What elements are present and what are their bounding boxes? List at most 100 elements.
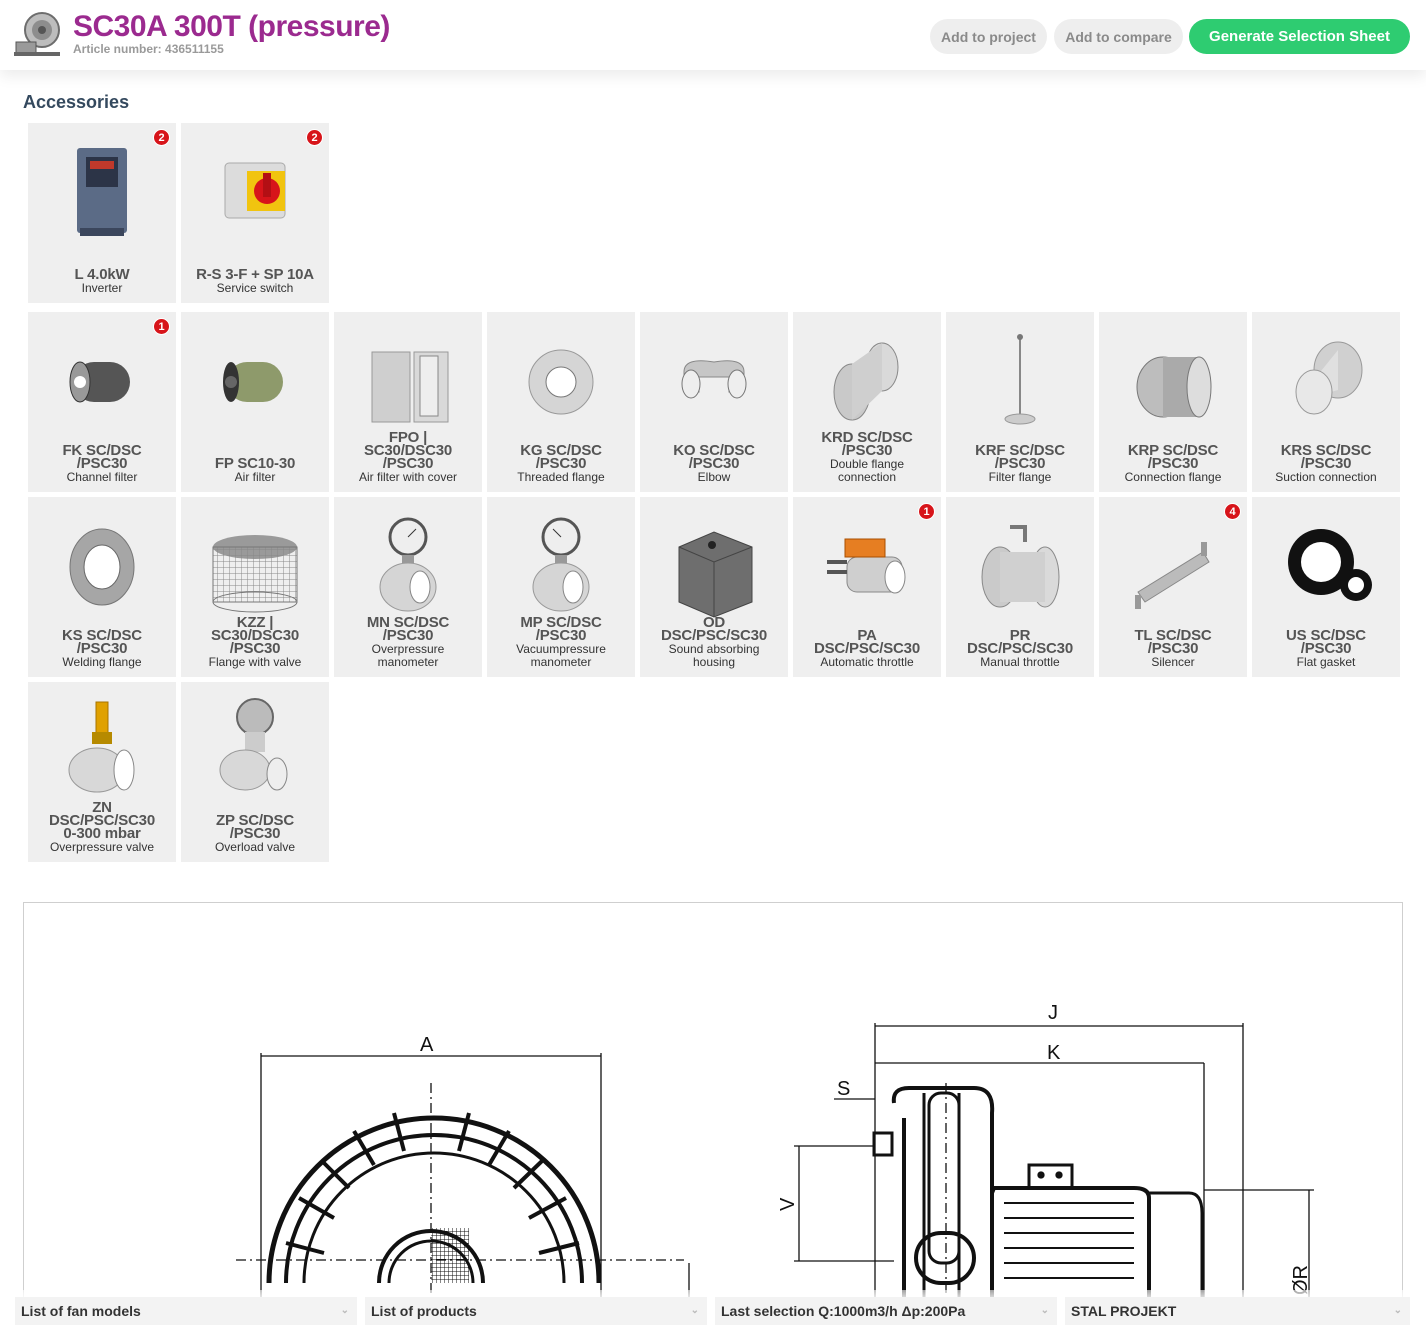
accessory-tile[interactable]: KG SC/DSC /PSC30 Threaded flange: [487, 312, 635, 492]
accessory-name: FK SC/DSC /PSC30: [62, 442, 142, 472]
accessory-image: [817, 507, 917, 627]
accessory-tile[interactable]: KS SC/DSC /PSC30 Welding flange: [28, 497, 176, 677]
page-title: SC30A 300T (pressure): [73, 10, 390, 43]
accessory-tile[interactable]: US SC/DSC /PSC30 Flat gasket: [1252, 497, 1400, 677]
accessory-description: Double flange connection: [829, 457, 905, 484]
accessory-image: [970, 507, 1070, 627]
company-select[interactable]: STAL PROJEKT ⌄: [1065, 1297, 1410, 1325]
accessory-image: [1276, 322, 1376, 442]
fan-models-label: List of fan models: [21, 1303, 141, 1319]
accessory-image: [205, 322, 305, 442]
accessory-label: US SC/DSC /PSC30 Flat gasket: [1256, 627, 1396, 669]
last-selection-label: Last selection Q:1000m3/h Δp:200Pa: [721, 1303, 966, 1319]
accessory-label: KRF SC/DSC /PSC30 Filter flange: [950, 443, 1090, 484]
header: SC30A 300T (pressure) Article number: 43…: [0, 0, 1426, 70]
dimension-j-label: J: [1048, 1002, 1058, 1024]
accessory-image: [205, 133, 305, 253]
accessory-tile[interactable]: KO SC/DSC /PSC30 Elbow: [640, 312, 788, 492]
filter-flange-icon: [1004, 334, 1036, 425]
accessory-name: TL SC/DSC /PSC30: [1134, 627, 1212, 657]
accessory-description: Overload valve: [214, 840, 296, 854]
accessory-tile[interactable]: ZN DSC/PSC/SC30 0-300 mbar Overpressure v…: [28, 682, 176, 862]
elbow-icon: [681, 360, 747, 399]
accessory-tile[interactable]: KZZ | SC30/DSC30 /PSC30 Flange with valve: [181, 497, 329, 677]
accessory-name: KO SC/DSC /PSC30: [673, 442, 755, 472]
accessory-tile[interactable]: KRD SC/DSC /PSC30 Double flange connectio…: [793, 312, 941, 492]
accessory-label: MN SC/DSC /PSC30 Overpressure manometer: [338, 614, 478, 669]
generate-selection-sheet-button[interactable]: Generate Selection Sheet: [1189, 19, 1410, 54]
accessory-label: KRP SC/DSC /PSC30 Connection flange: [1103, 443, 1243, 484]
accessory-image: [358, 322, 458, 442]
accessory-description: Welding flange: [62, 655, 142, 669]
accessory-tile[interactable]: KRS SC/DSC /PSC30 Suction connection: [1252, 312, 1400, 492]
accessory-tile[interactable]: KRF SC/DSC /PSC30 Filter flange: [946, 312, 1094, 492]
accessory-description: Air filter with cover: [358, 470, 458, 484]
accessory-label: OD DSC/PSC/SC30 Sound absorbing housing: [644, 615, 784, 669]
accessory-label: ZN DSC/PSC/SC30 0-300 mbar Overpressure v…: [32, 800, 172, 854]
accessory-name: ZP SC/DSC /PSC30: [216, 812, 294, 842]
product-logo-icon: [14, 12, 60, 56]
fan-models-select[interactable]: List of fan models ⌄: [15, 1297, 357, 1325]
accessory-image: [1123, 507, 1223, 627]
accessory-description: Channel filter: [66, 470, 138, 484]
accessory-label: FK SC/DSC /PSC30 Channel filter: [32, 442, 172, 484]
accessory-description: Manual throttle: [980, 655, 1060, 669]
manual-throttle-icon: [981, 525, 1060, 608]
accessory-name: MN SC/DSC /PSC30: [366, 614, 450, 644]
accessory-label: KO SC/DSC /PSC30 Elbow: [644, 442, 784, 484]
accessory-label: FP SC10-30 Air filter: [185, 456, 325, 484]
accessory-tile[interactable]: FPO | SC30/DSC30 /PSC30 Air filter with c…: [334, 312, 482, 492]
accessory-label: PR DSC/PSC/SC30 Manual throttle: [950, 628, 1090, 669]
accessory-tile[interactable]: R-S 3-F + SP 10A Service switch 2: [181, 123, 329, 303]
accessory-description: Sound absorbing housing: [668, 642, 760, 669]
dimension-a-label: A: [420, 1034, 434, 1056]
chevron-down-icon: ⌄: [690, 1305, 699, 1316]
accessory-description: Service switch: [216, 281, 294, 295]
accessory-tile[interactable]: FP SC10-30 Air filter: [181, 312, 329, 492]
air-filter-icon: [223, 362, 283, 402]
add-to-compare-button[interactable]: Add to compare: [1054, 19, 1183, 54]
quantity-badge: 2: [153, 129, 170, 146]
add-to-project-button[interactable]: Add to project: [930, 19, 1047, 54]
accessory-name: KRS SC/DSC /PSC30: [1280, 442, 1372, 472]
accessory-label: R-S 3-F + SP 10A Service switch: [185, 267, 325, 295]
flat-gasket-icon: [1288, 529, 1372, 601]
accessory-name: KS SC/DSC /PSC30: [62, 627, 142, 657]
accessory-description: Air filter: [234, 470, 276, 484]
threaded-flange-icon: [528, 349, 594, 415]
accessory-description: Elbow: [697, 470, 731, 484]
accessory-image: [52, 133, 152, 253]
products-label: List of products: [371, 1303, 477, 1319]
overpressure-valve-icon: [68, 701, 135, 793]
accessory-label: KZZ | SC30/DSC30 /PSC30 Flange with valve: [185, 615, 325, 669]
accessory-description: Filter flange: [988, 470, 1052, 484]
accessories-heading: Accessories: [23, 92, 130, 112]
accessory-name: FPO | SC30/DSC30 /PSC30: [363, 429, 453, 472]
accessory-image: [1276, 507, 1376, 627]
accessory-label: MP SC/DSC /PSC30 Vacuumpressure manometer: [491, 615, 631, 669]
accessory-tile[interactable]: OD DSC/PSC/SC30 Sound absorbing housing: [640, 497, 788, 677]
accessory-image: [511, 322, 611, 442]
accessory-name: US SC/DSC /PSC30: [1286, 627, 1366, 657]
dimension-k-label: K: [1047, 1042, 1061, 1064]
welding-flange-icon: [69, 528, 135, 606]
accessory-tile[interactable]: MN SC/DSC /PSC30 Overpressure manometer: [334, 497, 482, 677]
accessory-tile[interactable]: L 4.0kW Inverter 2: [28, 123, 176, 303]
accessory-tile[interactable]: PA DSC/PSC/SC30 Automatic throttle 1: [793, 497, 941, 677]
accessory-name: KRD SC/DSC /PSC30: [821, 429, 913, 459]
accessory-tile[interactable]: ZP SC/DSC /PSC30 Overload valve: [181, 682, 329, 862]
accessory-tile[interactable]: TL SC/DSC /PSC30 Silencer 4: [1099, 497, 1247, 677]
housing-icon: [678, 531, 753, 618]
products-select[interactable]: List of products ⌄: [365, 1297, 707, 1325]
automatic-throttle-icon: [827, 538, 906, 594]
accessory-label: TL SC/DSC /PSC30 Silencer: [1103, 627, 1243, 669]
accessory-tile[interactable]: MP SC/DSC /PSC30 Vacuumpressure manometer: [487, 497, 635, 677]
accessory-image: [52, 322, 152, 442]
accessory-tile[interactable]: PR DSC/PSC/SC30 Manual throttle: [946, 497, 1094, 677]
dimension-s-label: S: [837, 1078, 850, 1100]
last-selection-select[interactable]: Last selection Q:1000m3/h Δp:200Pa ⌄: [715, 1297, 1057, 1325]
chevron-down-icon: ⌄: [1040, 1305, 1049, 1316]
accessory-tile[interactable]: KRP SC/DSC /PSC30 Connection flange: [1099, 312, 1247, 492]
accessory-tile[interactable]: FK SC/DSC /PSC30 Channel filter 1: [28, 312, 176, 492]
accessory-description: Connection flange: [1124, 470, 1222, 484]
